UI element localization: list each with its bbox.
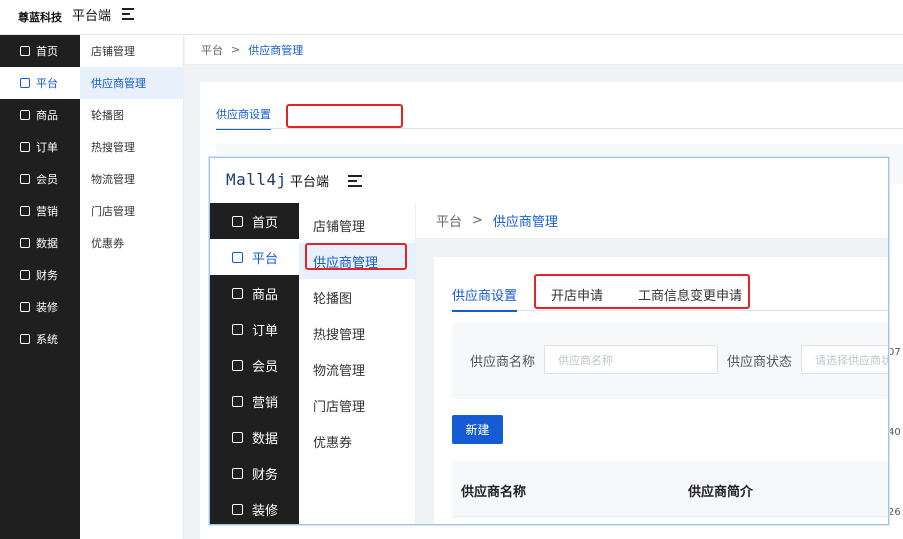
new-button[interactable]: 新建 [452, 415, 503, 444]
menu-toggle-icon[interactable] [122, 7, 136, 21]
breadcrumb-root[interactable]: 平台 [201, 42, 223, 58]
submenu-item-hot-search[interactable]: 热搜管理 [299, 315, 416, 351]
submenu-item-stores[interactable]: 门店管理 [299, 387, 416, 423]
gift-icon [20, 206, 30, 216]
highlight-box [305, 243, 407, 270]
submenu-item-shops[interactable]: 店铺管理 [299, 207, 416, 243]
home-icon [20, 46, 30, 56]
sidebar-item-marketing[interactable]: 营销 [0, 195, 80, 227]
sidebar-item-decoration[interactable]: 装修 [210, 491, 299, 524]
submenu-item-coupons[interactable]: 优惠券 [299, 423, 416, 459]
submenu-item-carousel[interactable]: 轮播图 [80, 99, 184, 131]
sidebar-item-orders[interactable]: 订单 [0, 131, 80, 163]
submenu-item-hot-search[interactable]: 热搜管理 [80, 131, 184, 163]
column-header-supplier-name[interactable]: 供应商名称 [461, 481, 526, 500]
submenu-item-carousel[interactable]: 轮播图 [299, 279, 416, 315]
breadcrumb-current: 供应商管理 [492, 215, 558, 230]
tab-supplier-settings[interactable]: 供应商设置 [452, 285, 518, 312]
sidebar-item-members[interactable]: 会员 [210, 347, 299, 383]
outer-header: 尊蓝科技 平台端 [0, 0, 903, 35]
submenu-item-logistics[interactable]: 物流管理 [299, 351, 416, 387]
finance-icon [20, 270, 30, 280]
sidebar-item-home[interactable]: 首页 [0, 35, 80, 67]
brand-name: 尊蓝科技 [18, 11, 62, 24]
sidebar-item-system[interactable]: 系统 [0, 323, 80, 355]
gift-icon [232, 395, 243, 407]
sidebar-item-home[interactable]: 首页 [210, 203, 299, 239]
sidebar-item-products[interactable]: 商品 [210, 275, 299, 311]
submenu-item-shops[interactable]: 店铺管理 [80, 35, 184, 67]
row-value: 40 [888, 427, 901, 438]
chart-icon [20, 238, 30, 248]
breadcrumb-separator: > [231, 43, 241, 56]
sidebar-item-products[interactable]: 商品 [0, 99, 80, 131]
app-title: 平台端 [290, 175, 330, 190]
monitor-icon [20, 78, 30, 88]
user-group-icon [232, 359, 243, 371]
sidebar-item-platform[interactable]: 平台 [210, 239, 299, 275]
breadcrumb: 平台 > 供应商管理 [416, 203, 888, 239]
breadcrumb: 平台 > 供应商管理 [185, 35, 903, 65]
gear-icon [20, 334, 30, 344]
decoration-icon [232, 503, 243, 515]
decoration-icon [20, 302, 30, 312]
outer-sidebar: 首页 平台 商品 订单 会员 营销 数据 财务 装修 系统 [0, 35, 80, 539]
chart-icon [232, 431, 243, 443]
monitor-icon [232, 251, 243, 263]
sidebar-item-data[interactable]: 数据 [0, 227, 80, 259]
sidebar-item-finance[interactable]: 财务 [210, 455, 299, 491]
document-icon [232, 323, 243, 335]
supplier-name-input[interactable]: 供应商名称 [544, 345, 718, 374]
submenu-item-suppliers[interactable]: 供应商管理 [80, 67, 184, 99]
sidebar-item-orders[interactable]: 订单 [210, 311, 299, 347]
breadcrumb-separator: > [472, 213, 483, 228]
inner-sidebar: 首页 平台 商品 订单 会员 营销 数据 财务 装修 [210, 203, 299, 524]
outer-submenu: 店铺管理 供应商管理 轮播图 热搜管理 物流管理 门店管理 优惠券 [80, 35, 184, 539]
sidebar-item-data[interactable]: 数据 [210, 419, 299, 455]
supplier-status-select[interactable]: 请选择供应商状态 [801, 345, 888, 374]
sidebar-item-finance[interactable]: 财务 [0, 259, 80, 291]
submenu-item-logistics[interactable]: 物流管理 [80, 163, 184, 195]
tab-divider [216, 128, 903, 129]
row-value: 26 [888, 507, 901, 518]
home-icon [232, 215, 243, 227]
inner-header: Mall4j 平台端 [210, 158, 888, 203]
logo: Mall4j [226, 170, 287, 189]
highlight-box [286, 104, 403, 128]
tab-supplier-settings[interactable]: 供应商设置 [216, 106, 271, 130]
submenu-item-coupons[interactable]: 优惠券 [80, 227, 184, 259]
column-header-supplier-intro[interactable]: 供应商简介 [688, 481, 753, 500]
highlight-box [534, 274, 750, 309]
sidebar-item-marketing[interactable]: 营销 [210, 383, 299, 419]
embedded-screenshot: Mall4j 平台端 首页 平台 商品 订单 会员 营销 数据 财务 装修 店铺… [209, 157, 889, 525]
content-card: 供应商设置 开店申请 工商信息变更申请 供应商名称 供应商名称 供应商状态 请选… [434, 257, 888, 524]
filter-panel: 供应商名称 供应商名称 供应商状态 请选择供应商状态 [452, 323, 888, 399]
content-area: 供应商设置 开店申请 工商信息变更申请 供应商名称 供应商名称 供应商状态 请选… [416, 239, 888, 524]
submenu-item-stores[interactable]: 门店管理 [80, 195, 184, 227]
sidebar-item-platform[interactable]: 平台 [0, 67, 80, 99]
app-title: 平台端 [72, 9, 112, 24]
bag-icon [20, 110, 30, 120]
finance-icon [232, 467, 243, 479]
supplier-status-label: 供应商状态 [727, 355, 793, 370]
menu-toggle-icon[interactable] [348, 174, 364, 188]
bag-icon [232, 287, 243, 299]
breadcrumb-root[interactable]: 平台 [436, 211, 462, 230]
sidebar-item-members[interactable]: 会员 [0, 163, 80, 195]
row-value: 07 [888, 347, 901, 358]
user-group-icon [20, 174, 30, 184]
document-icon [20, 142, 30, 152]
sidebar-item-decoration[interactable]: 装修 [0, 291, 80, 323]
breadcrumb-current: 供应商管理 [248, 43, 304, 57]
table-header: 供应商名称 供应商简介 [452, 461, 888, 517]
supplier-name-label: 供应商名称 [470, 355, 536, 370]
